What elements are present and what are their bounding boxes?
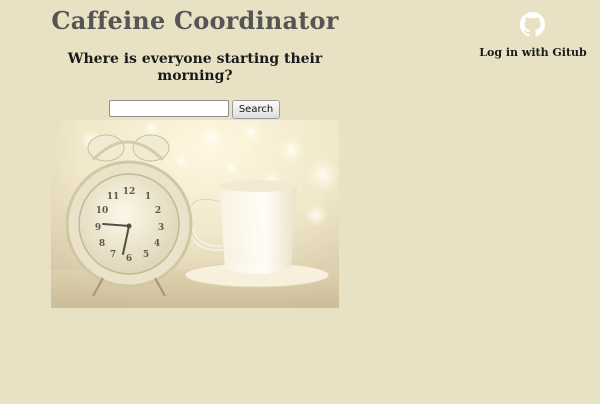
github-icon[interactable] [520,12,545,37]
hero-image: 12 1 2 3 4 5 6 7 8 9 10 11 [51,120,339,308]
search-input[interactable] [109,100,229,117]
page-subtitle: Where is everyone starting their morning… [67,51,323,84]
login-with-github-link[interactable]: Log in with Gitub [470,46,596,59]
search-button[interactable]: Search [232,100,280,119]
page-title: Caffeine Coordinator [51,6,339,35]
